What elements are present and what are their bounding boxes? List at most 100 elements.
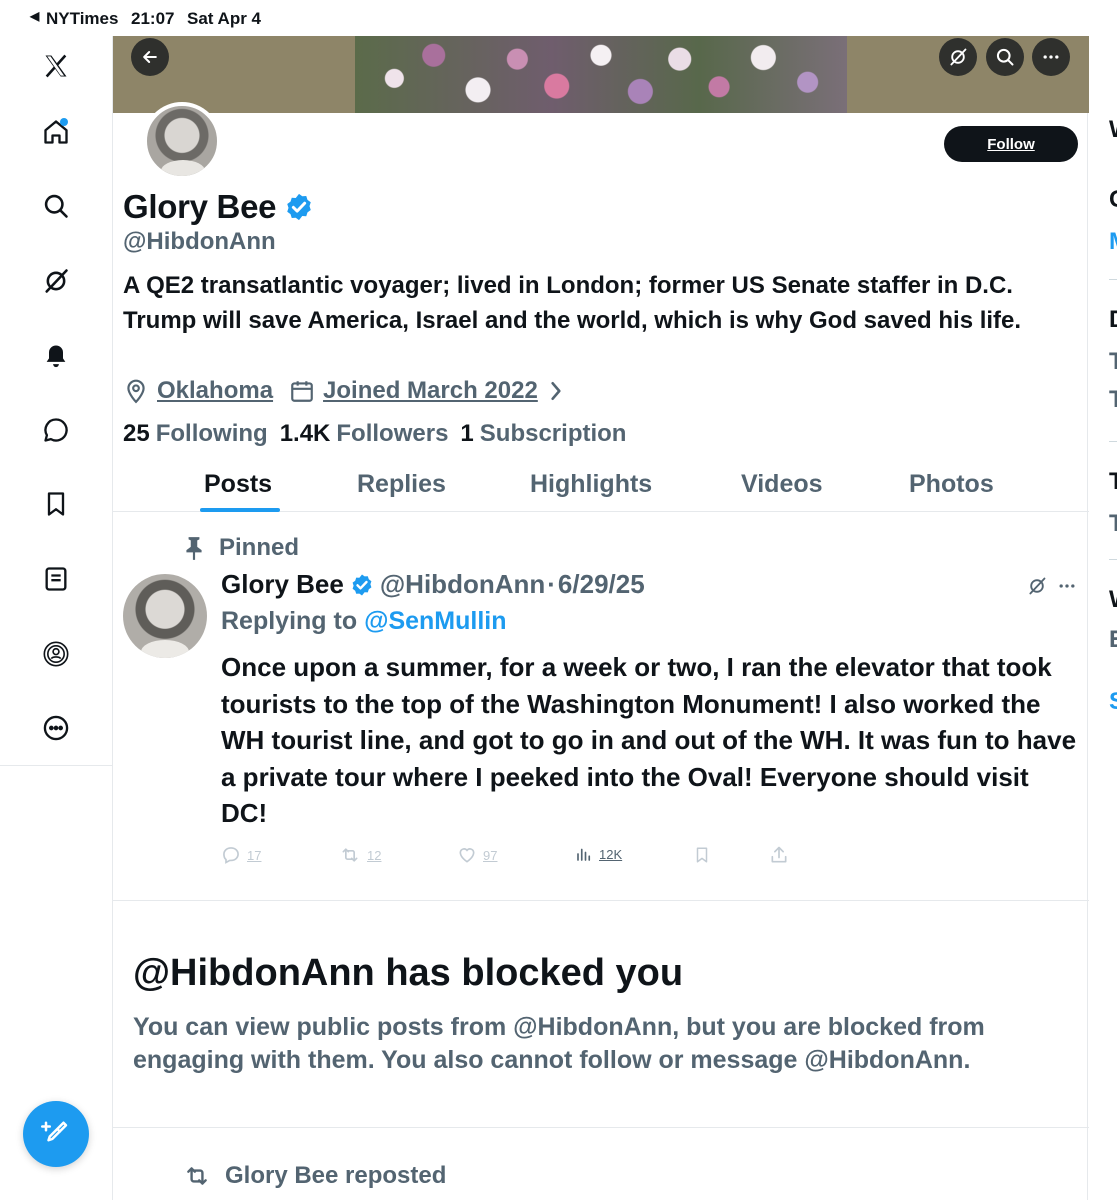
blocked-title: @HibdonAnn has blocked you (133, 952, 684, 994)
following-label: Following (155, 420, 268, 447)
tab-posts[interactable]: Posts (204, 470, 272, 499)
arrow-left-icon (143, 51, 157, 63)
profile-name: Glory Bee (123, 188, 277, 225)
profile-bio: A QE2 transatlantic voyager; lived in Lo… (123, 272, 1022, 334)
chevron-right-icon[interactable] (548, 380, 564, 402)
profile-joined[interactable]: Joined March 2022 (323, 377, 538, 405)
more-icon[interactable] (36, 708, 76, 748)
profile-icon[interactable] (36, 634, 76, 674)
views-count: 12K (599, 846, 623, 862)
post-author-handle[interactable]: @HibdonAnn (380, 569, 545, 600)
grok-icon[interactable] (1027, 576, 1047, 596)
profile-main: Follow Glory Bee @HibdonAnn A QE2 transa… (112, 36, 1089, 1200)
heart-icon (459, 848, 475, 863)
search-icon (996, 48, 1014, 66)
profile-location[interactable]: Oklahoma (157, 377, 273, 405)
profile-search-button[interactable] (986, 38, 1024, 76)
subscription-label: Subscription (479, 420, 627, 447)
replying-to: Replying to @SenMullin (221, 607, 507, 636)
verified-badge-icon[interactable] (350, 573, 374, 597)
grok-icon (950, 48, 967, 66)
repost-label: Glory Bee reposted (183, 1162, 446, 1190)
sidebar-divider (1109, 279, 1117, 280)
status-bar: ◀ NYTimes 21:07 Sat Apr 4 (0, 0, 1117, 36)
home-icon[interactable] (36, 112, 76, 152)
profile-name-row: Glory Bee (123, 188, 314, 226)
subscriptions-link[interactable]: 1 Subscription (460, 420, 626, 448)
follow-button[interactable]: Follow (944, 126, 1078, 162)
like-button[interactable]: 97 (457, 845, 497, 865)
more-options-button[interactable] (1032, 38, 1070, 76)
banner-image (355, 36, 847, 113)
post-author-avatar[interactable] (123, 574, 207, 658)
back-to-app-icon[interactable]: ◀ (30, 9, 39, 23)
profile-avatar[interactable] (143, 102, 221, 180)
right-sidebar-edge: W G M D T T T T W E S (1089, 36, 1117, 1200)
following-link[interactable]: 25 Following (123, 420, 268, 448)
more-horizontal-icon (1043, 55, 1059, 59)
like-count: 97 (483, 847, 498, 863)
sidebar-glyph: M (1109, 228, 1117, 256)
grok-button[interactable] (939, 38, 977, 76)
followers-link[interactable]: 1.4K Followers (280, 420, 449, 448)
repost-label-text[interactable]: Glory Bee reposted (225, 1162, 446, 1190)
reply-count: 17 (247, 847, 262, 863)
notifications-icon[interactable] (36, 336, 76, 376)
back-to-app-label[interactable]: NYTimes (46, 9, 118, 29)
followers-label: Followers (336, 420, 449, 447)
bookmark-icon (696, 847, 708, 863)
repost-button[interactable]: 12 (339, 845, 381, 865)
x-logo-icon[interactable] (36, 46, 76, 86)
replying-mention[interactable]: @SenMullin (364, 607, 506, 635)
analytics-icon (577, 848, 591, 861)
reply-icon (223, 847, 239, 864)
sidebar-divider (1109, 559, 1117, 560)
profile-banner[interactable] (113, 36, 1089, 113)
post-top-actions (1027, 576, 1077, 596)
pinned-text: Pinned (219, 534, 300, 561)
sidebar-divider (1109, 441, 1117, 442)
home-notification-dot (60, 118, 68, 126)
tab-videos[interactable]: Videos (741, 470, 823, 499)
tab-replies[interactable]: Replies (357, 470, 446, 499)
bookmarks-icon[interactable] (36, 484, 76, 524)
blocked-description: You can view public posts from @HibdonAn… (133, 1013, 985, 1074)
verified-badge-icon[interactable] (284, 192, 314, 222)
left-nav (0, 36, 112, 766)
status-time: 21:07 (131, 9, 175, 28)
bookmark-button[interactable] (693, 845, 717, 865)
profile-handle: @HibdonAnn (123, 228, 276, 255)
post-action-bar: 17 12 97 12K (221, 845, 821, 867)
calendar-icon (291, 381, 313, 402)
blocked-divider (113, 1127, 1089, 1128)
profile-stats: 25 Following 1.4K Followers 1 Subscription (123, 420, 638, 448)
back-button[interactable] (131, 38, 169, 76)
search-icon[interactable] (36, 186, 76, 226)
replying-prefix: Replying to (221, 607, 358, 635)
share-button[interactable] (769, 845, 795, 865)
followers-count: 1.4K (279, 420, 331, 447)
profile-meta: Oklahoma Joined March 2022 (123, 377, 572, 405)
views-button[interactable]: 12K (575, 845, 622, 863)
messages-icon[interactable] (36, 410, 76, 450)
sidebar-glyph: T (1109, 468, 1117, 495)
reply-button[interactable]: 17 (221, 845, 261, 865)
sidebar-glyph: W (1109, 586, 1117, 614)
location-pin-icon (127, 379, 145, 404)
pin-icon (186, 537, 202, 560)
more-horizontal-icon[interactable] (1057, 576, 1077, 596)
post-date[interactable]: 6/29/25 (558, 569, 645, 600)
sidebar-glyph[interactable]: S (1109, 688, 1117, 716)
lists-icon[interactable] (36, 559, 76, 599)
repost-icon (342, 848, 358, 862)
post-author-name[interactable]: Glory Bee (221, 569, 344, 600)
post-text: Once upon a summer, for a week or two, I… (221, 652, 1077, 828)
post-header: Glory Bee @HibdonAnn · 6/29/25 (221, 569, 645, 600)
sidebar-glyph: T (1109, 510, 1117, 537)
compose-button[interactable] (23, 1101, 89, 1167)
tab-highlights[interactable]: Highlights (530, 470, 652, 499)
tab-photos[interactable]: Photos (909, 470, 994, 499)
repost-count: 12 (367, 847, 382, 863)
following-count: 25 (123, 420, 150, 447)
grok-icon[interactable] (36, 261, 76, 301)
